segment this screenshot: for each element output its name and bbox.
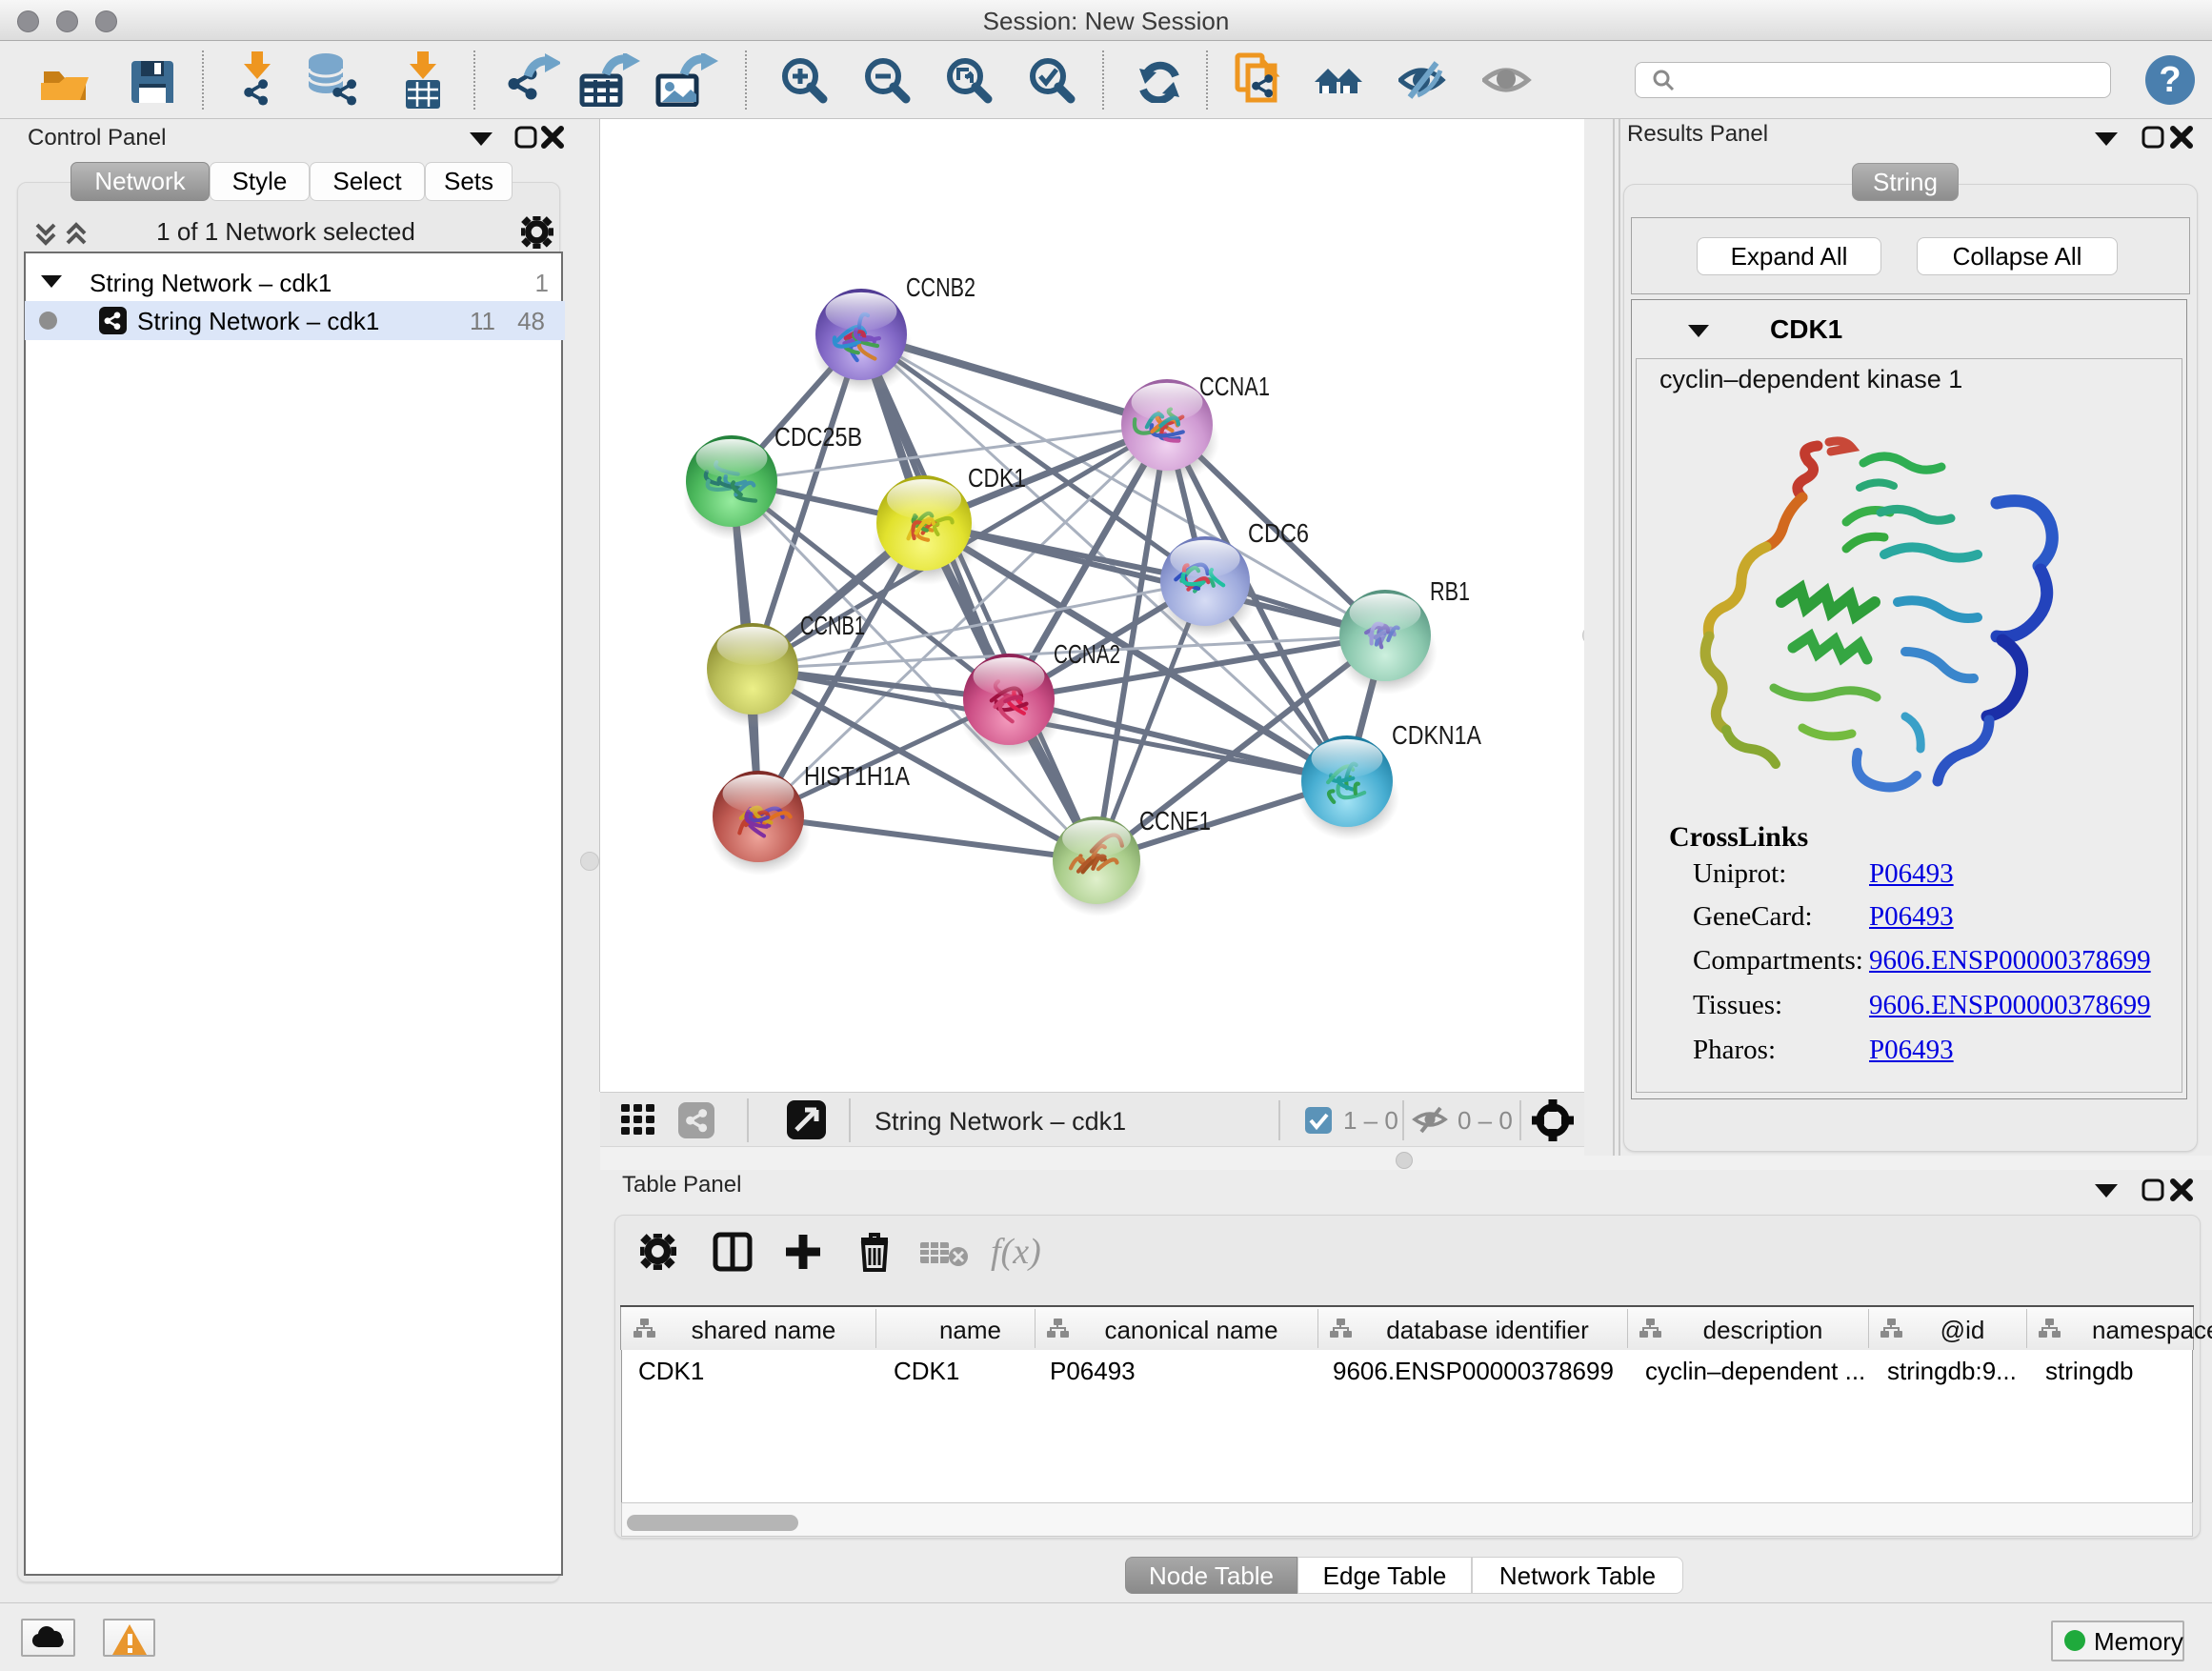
svg-text:0 – 0: 0 – 0 [1458,1106,1513,1135]
svg-text:CCNE1: CCNE1 [1139,806,1211,836]
svg-text:CCNA2: CCNA2 [1054,639,1120,669]
svg-text:HIST1H1A: HIST1H1A [804,761,910,791]
svg-text:RB1: RB1 [1430,576,1470,606]
svg-text:CDC6: CDC6 [1248,518,1309,548]
svg-text:CCNA1: CCNA1 [1199,372,1270,401]
svg-text:CDC25B: CDC25B [774,422,862,452]
svg-text:CDK1: CDK1 [968,463,1026,493]
svg-text:String Network – cdk1: String Network – cdk1 [875,1107,1126,1136]
svg-text:CCNB1: CCNB1 [800,611,865,640]
svg-text:CCNB2: CCNB2 [906,272,975,302]
svg-text:1 – 0: 1 – 0 [1343,1106,1398,1135]
svg-text:CDKN1A: CDKN1A [1392,720,1481,750]
